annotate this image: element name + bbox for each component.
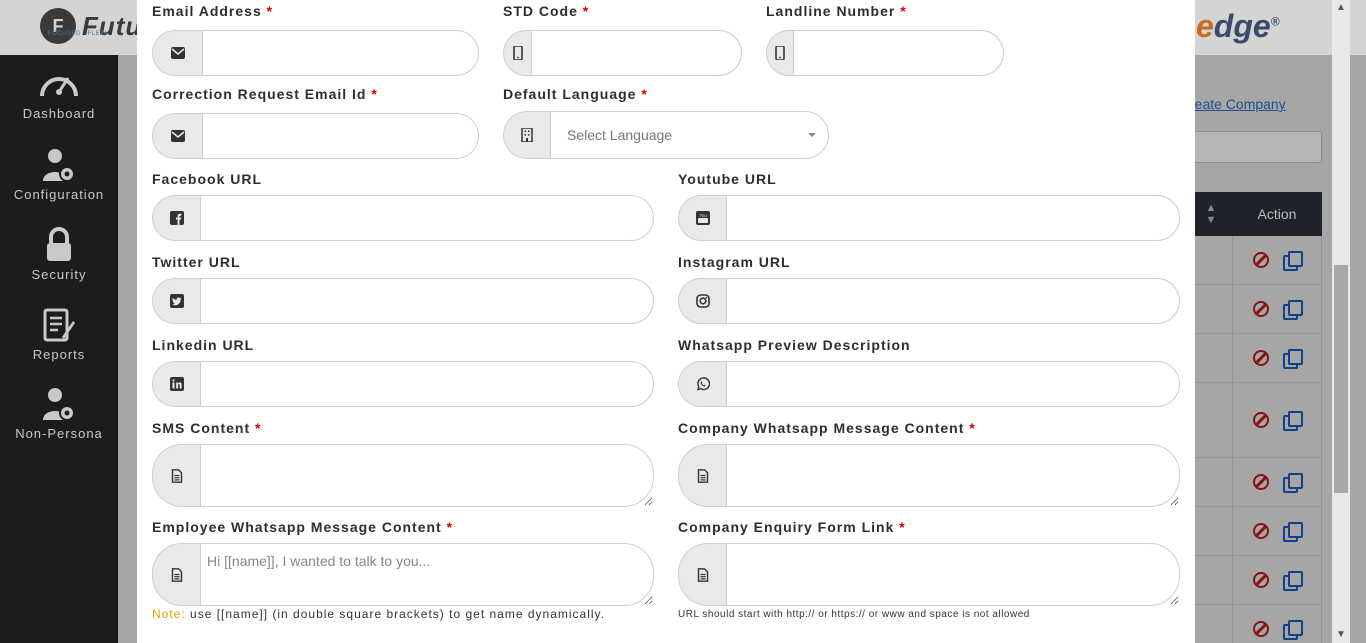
instagram-icon: [678, 278, 726, 324]
mobile-icon: [766, 30, 793, 76]
envelope-icon: [152, 30, 202, 76]
sidebar-item-configuration[interactable]: Configuration: [0, 147, 118, 202]
youtube-url-input[interactable]: [726, 195, 1180, 241]
twitter-label: Twitter URL: [152, 254, 241, 270]
table-row: [1190, 507, 1322, 556]
company-form-modal: Email Address * STD Code * Landline Numb…: [137, 0, 1195, 643]
table-header: ▲ ▼ Action: [1190, 192, 1322, 236]
landline-input[interactable]: [793, 30, 1004, 76]
company-whatsapp-textarea[interactable]: [726, 444, 1180, 507]
disable-icon[interactable]: [1253, 412, 1269, 428]
page-scrollbar[interactable]: ▲ ▼: [1332, 0, 1350, 643]
sms-content-label: SMS Content *: [152, 420, 262, 436]
table-row: [1190, 383, 1322, 458]
linkedin-url-input[interactable]: [200, 361, 654, 407]
table-row: [1190, 556, 1322, 605]
disable-icon[interactable]: [1253, 301, 1269, 317]
copy-icon[interactable]: [1283, 349, 1303, 369]
dynamic-name-note: Note: use [[name]] (in double square bra…: [152, 607, 605, 621]
background-search-input[interactable]: [1190, 131, 1322, 163]
correction-email-label: Correction Request Email Id *: [152, 86, 378, 102]
employee-whatsapp-label: Employee Whatsapp Message Content *: [152, 519, 454, 535]
youtube-label: Youtube URL: [678, 171, 777, 187]
lock-icon: [47, 227, 71, 261]
report-icon: [43, 308, 75, 342]
correction-email-input[interactable]: [202, 113, 479, 159]
document-icon: [152, 444, 200, 507]
sort-icon[interactable]: ▲ ▼: [1190, 202, 1232, 226]
disable-icon[interactable]: [1253, 523, 1269, 539]
edge-logo: edge®: [1196, 8, 1280, 44]
copy-icon[interactable]: [1283, 300, 1303, 320]
create-company-link[interactable]: reate Company: [1190, 96, 1286, 112]
employee-whatsapp-textarea[interactable]: [200, 543, 654, 606]
youtube-icon: You: [678, 195, 726, 241]
facebook-label: Facebook URL: [152, 171, 263, 187]
copy-icon[interactable]: [1283, 473, 1303, 493]
enquiry-link-textarea[interactable]: [726, 543, 1180, 606]
copy-icon[interactable]: [1283, 571, 1303, 591]
mobile-icon: [503, 30, 531, 76]
document-icon: [678, 444, 726, 507]
table-row: [1190, 605, 1322, 643]
email-label: Email Address *: [152, 3, 274, 19]
sms-content-textarea[interactable]: [200, 444, 654, 507]
std-code-label: STD Code *: [503, 3, 590, 19]
whatsapp-icon: [678, 361, 726, 407]
table-row: [1190, 334, 1322, 383]
copy-icon[interactable]: [1283, 522, 1303, 542]
company-whatsapp-label: Company Whatsapp Message Content *: [678, 420, 976, 436]
disable-icon[interactable]: [1253, 350, 1269, 366]
facebook-icon: [152, 195, 200, 241]
table-row: [1190, 458, 1322, 507]
envelope-icon: [152, 113, 202, 159]
sidebar-item-dashboard[interactable]: Dashboard: [0, 68, 118, 121]
user-gear-icon: [43, 388, 75, 421]
document-icon: [678, 543, 726, 606]
copy-icon[interactable]: [1283, 251, 1303, 271]
building-icon: [503, 111, 550, 159]
disable-icon[interactable]: [1253, 572, 1269, 588]
select-placeholder: Select Language: [567, 127, 673, 143]
url-hint: URL should start with http:// or https:/…: [678, 609, 1030, 620]
instagram-url-input[interactable]: [726, 278, 1180, 324]
landline-label: Landline Number *: [766, 3, 907, 19]
logo-mark-icon: F: [40, 8, 76, 44]
sidebar-item-non-persona[interactable]: Non-Persona: [0, 386, 118, 441]
whatsapp-preview-label: Whatsapp Preview Description: [678, 337, 911, 353]
enquiry-link-label: Company Enquiry Form Link *: [678, 519, 906, 535]
table-row: [1190, 285, 1322, 334]
sidebar-item-security[interactable]: Security: [0, 227, 118, 282]
scrollbar-thumb[interactable]: [1334, 265, 1348, 493]
facebook-url-input[interactable]: [200, 195, 654, 241]
std-code-input[interactable]: [531, 30, 742, 76]
sidebar-item-reports[interactable]: Reports: [0, 307, 118, 362]
linkedin-label: Linkedin URL: [152, 337, 255, 353]
linkedin-icon: [152, 361, 200, 407]
twitter-url-input[interactable]: [200, 278, 654, 324]
action-column-header: Action: [1257, 206, 1297, 222]
svg-text:You: You: [699, 213, 707, 218]
document-icon: [152, 543, 200, 606]
brand-tagline: FOCUSED · FLEXI: [48, 31, 107, 37]
default-language-label: Default Language *: [503, 86, 648, 102]
email-input[interactable]: [202, 30, 479, 76]
twitter-icon: [152, 278, 200, 324]
scroll-up-icon[interactable]: ▲: [1336, 2, 1346, 13]
instagram-label: Instagram URL: [678, 254, 791, 270]
chevron-down-icon: [808, 133, 816, 137]
user-gear-icon: [43, 149, 75, 182]
disable-icon[interactable]: [1253, 474, 1269, 490]
default-language-select[interactable]: Select Language: [550, 111, 829, 159]
sidebar: Dashboard Configuration Security Reports…: [0, 55, 118, 643]
brand-logo: F Futu: [40, 8, 142, 44]
disable-icon[interactable]: [1253, 621, 1269, 637]
scroll-down-icon[interactable]: ▼: [1336, 629, 1346, 640]
whatsapp-preview-input[interactable]: [726, 361, 1180, 407]
disable-icon[interactable]: [1253, 252, 1269, 268]
speedometer-icon: [40, 77, 78, 97]
copy-icon[interactable]: [1283, 620, 1303, 640]
copy-icon[interactable]: [1283, 411, 1303, 431]
table-row: [1190, 236, 1322, 285]
